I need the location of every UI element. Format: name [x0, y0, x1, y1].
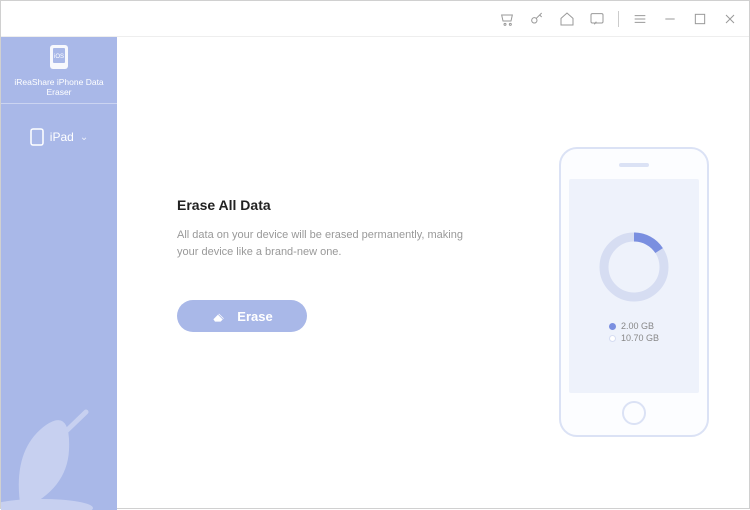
erase-button[interactable]: Erase: [177, 300, 307, 332]
decor-illustration: [1, 360, 117, 510]
chevron-down-icon: ⌄: [80, 132, 88, 143]
cart-icon[interactable]: [498, 10, 516, 28]
device-illustration: 2.00 GB 10.70 GB: [559, 147, 709, 437]
legend-free-label: 10.70 GB: [621, 333, 659, 343]
device-name: iPad: [50, 130, 74, 144]
page-description: All data on your device will be erased p…: [177, 227, 487, 260]
device-selector[interactable]: iPad ⌄: [30, 128, 88, 146]
app-title: iReaShare iPhone Data Eraser: [1, 75, 117, 104]
minimize-icon[interactable]: [661, 10, 679, 28]
content-area: Erase All Data All data on your device w…: [117, 37, 749, 510]
key-icon[interactable]: [528, 10, 546, 28]
titlebar: [1, 1, 749, 37]
phone-screen: 2.00 GB 10.70 GB: [569, 179, 699, 393]
svg-text:iOS: iOS: [54, 54, 64, 60]
phone-home-button: [622, 401, 646, 425]
legend-dot-free: [609, 335, 616, 342]
separator: [618, 11, 619, 27]
menu-icon[interactable]: [631, 10, 649, 28]
legend-dot-used: [609, 323, 616, 330]
eraser-icon: [211, 310, 227, 322]
feedback-icon[interactable]: [588, 10, 606, 28]
home-icon[interactable]: [558, 10, 576, 28]
legend-used: 2.00 GB: [609, 321, 659, 331]
legend-free: 10.70 GB: [609, 333, 659, 343]
storage-donut-chart: [594, 227, 674, 307]
sidebar: iOS iReaShare iPhone Data Eraser iPad ⌄: [1, 37, 117, 510]
erase-button-label: Erase: [237, 309, 272, 324]
storage-legend: 2.00 GB 10.70 GB: [609, 319, 659, 345]
page-heading: Erase All Data: [177, 197, 487, 213]
phone-speaker: [619, 163, 649, 167]
legend-used-label: 2.00 GB: [621, 321, 654, 331]
maximize-icon[interactable]: [691, 10, 709, 28]
app-logo: iOS: [1, 37, 117, 75]
close-icon[interactable]: [721, 10, 739, 28]
